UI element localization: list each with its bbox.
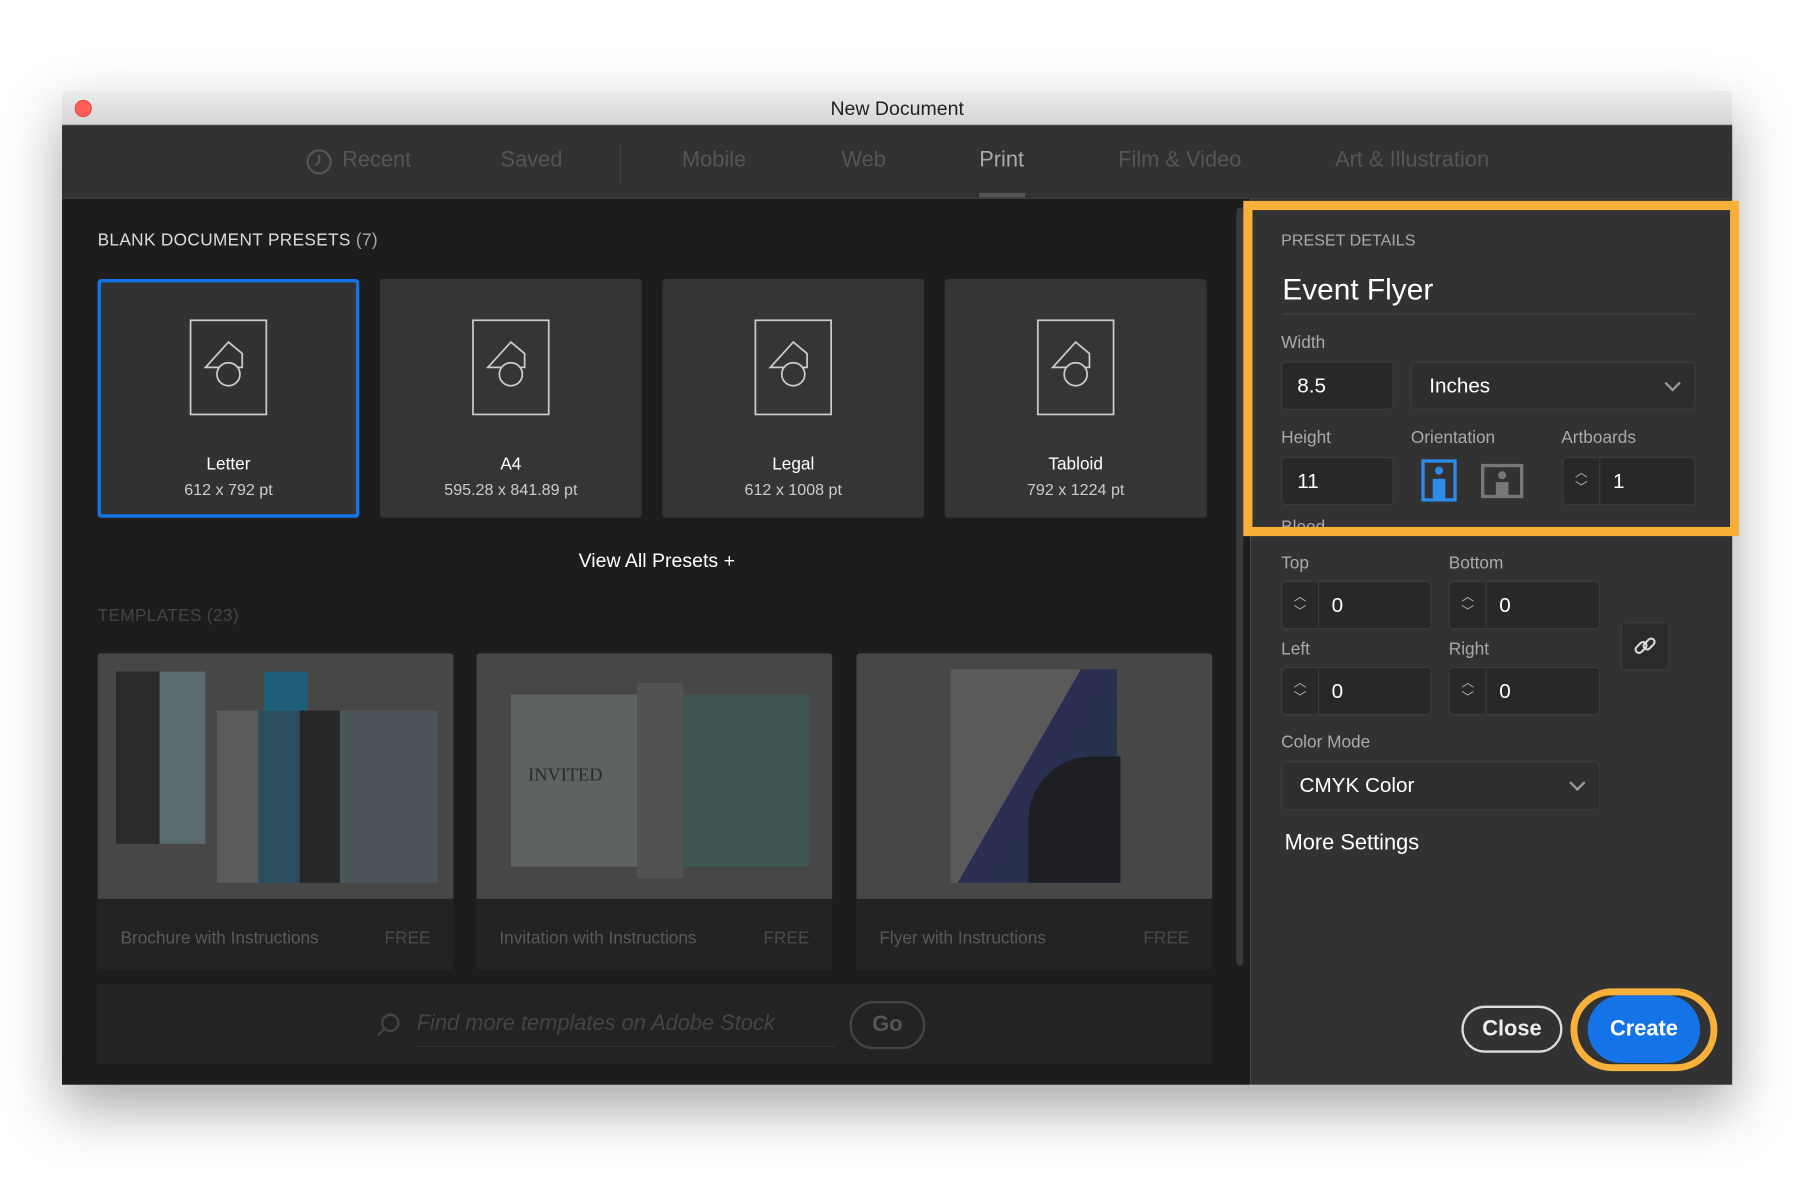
link-icon — [1634, 637, 1656, 654]
link-bleed-button[interactable] — [1620, 622, 1670, 671]
window-title: New Document — [830, 97, 964, 120]
templates-count: (23) — [206, 606, 239, 626]
invited-thumbnail-text: INVITED — [528, 765, 603, 786]
document-preset-icon — [189, 319, 268, 416]
presets-count: (7) — [355, 230, 378, 251]
tab-recent[interactable]: Recent — [342, 148, 411, 173]
tab-divider — [619, 143, 622, 183]
clock-icon — [306, 149, 332, 175]
active-tab-indicator — [979, 192, 1026, 198]
templates-heading: TEMPLATES (23) — [98, 606, 239, 626]
template-name: Invitation with Instructions — [499, 928, 697, 949]
close-button[interactable]: Close — [1461, 1005, 1563, 1053]
template-price: FREE — [1143, 928, 1190, 949]
template-card-invitation[interactable]: INVITED Invitation with Instructions FRE… — [476, 653, 833, 971]
bleed-bottom-label: Bottom — [1448, 553, 1504, 573]
templates-heading-text: TEMPLATES — [97, 606, 202, 626]
preset-name: A4 — [500, 454, 522, 475]
search-icon — [376, 1013, 400, 1037]
bleed-top-value[interactable]: 0 — [1319, 582, 1430, 628]
bleed-right-label: Right — [1448, 639, 1489, 659]
template-name: Flyer with Instructions — [879, 928, 1046, 949]
color-mode-label: Color Mode — [1281, 732, 1371, 752]
template-thumbnail — [97, 653, 454, 899]
stepper-arrows-icon[interactable]: ︿ ﹀ — [1282, 582, 1320, 628]
preset-size: 612 x 792 pt — [184, 479, 273, 499]
template-price: FREE — [384, 928, 431, 949]
preset-card-a4[interactable]: A4 595.28 x 841.89 pt — [379, 278, 642, 518]
bleed-top-stepper[interactable]: ︿ ﹀ 0 — [1281, 580, 1432, 630]
template-card-brochure[interactable]: Brochure with Instructions FREE — [97, 653, 454, 971]
tab-web[interactable]: Web — [841, 148, 885, 173]
preset-size: 792 x 1224 pt — [1026, 479, 1125, 499]
template-card-flyer[interactable]: Flyer with Instructions FREE — [856, 653, 1213, 971]
color-mode-dropdown[interactable]: CMYK Color — [1281, 761, 1601, 811]
tab-print[interactable]: Print — [979, 148, 1024, 173]
stepper-arrows-icon[interactable]: ︿ ﹀ — [1450, 668, 1487, 715]
preset-name: Legal — [772, 454, 815, 475]
bleed-right-value[interactable]: 0 — [1487, 668, 1600, 714]
template-price: FREE — [763, 928, 810, 949]
template-name: Brochure with Instructions — [120, 928, 319, 949]
title-bar: New Document — [61, 90, 1733, 126]
presets-heading: BLANK DOCUMENT PRESETS (7) — [98, 231, 378, 251]
tab-film-video[interactable]: Film & Video — [1118, 148, 1241, 173]
presets-heading-text: BLANK DOCUMENT PRESETS — [97, 230, 351, 251]
tab-saved[interactable]: Saved — [501, 148, 563, 173]
bleed-left-stepper[interactable]: ︿ ﹀ 0 — [1281, 666, 1432, 716]
chevron-down-icon — [1569, 774, 1586, 792]
preset-name: Letter — [206, 454, 251, 475]
stock-search-input[interactable]: Find more templates on Adobe Stock — [416, 1011, 835, 1047]
preset-details-highlight — [1243, 200, 1740, 537]
template-thumbnail — [856, 653, 1213, 899]
stepper-arrows-icon[interactable]: ︿ ﹀ — [1450, 582, 1487, 628]
stock-search-bar: Find more templates on Adobe Stock Go — [97, 983, 1213, 1065]
preset-size: 595.28 x 841.89 pt — [444, 479, 578, 499]
color-mode-value: CMYK Color — [1299, 773, 1415, 797]
document-preset-icon — [1036, 319, 1115, 416]
document-preset-icon — [472, 319, 550, 416]
preset-size: 612 x 1008 pt — [744, 479, 842, 499]
more-settings-button[interactable]: More Settings — [1285, 831, 1420, 856]
tab-mobile[interactable]: Mobile — [682, 148, 746, 173]
presets-panel: BLANK DOCUMENT PRESETS (7) Letter 612 x … — [61, 198, 1251, 1085]
preset-card-tabloid[interactable]: Tabloid 792 x 1224 pt — [944, 278, 1207, 518]
scrollbar[interactable] — [1236, 207, 1244, 966]
view-all-presets-link[interactable]: View All Presets + — [579, 550, 735, 573]
create-button[interactable]: Create — [1587, 995, 1701, 1064]
document-preset-icon — [754, 319, 833, 416]
go-button[interactable]: Go — [849, 1001, 926, 1050]
template-thumbnail: INVITED — [476, 653, 833, 899]
category-tabs: Recent Saved Mobile Web Print Film & Vid… — [61, 125, 1733, 199]
bleed-left-value[interactable]: 0 — [1319, 668, 1430, 714]
preset-card-legal[interactable]: Legal 612 x 1008 pt — [662, 278, 925, 518]
bleed-bottom-value[interactable]: 0 — [1487, 582, 1600, 628]
bleed-top-label: Top — [1281, 553, 1309, 573]
stepper-arrows-icon[interactable]: ︿ ﹀ — [1282, 668, 1320, 715]
bleed-right-stepper[interactable]: ︿ ﹀ 0 — [1448, 666, 1601, 716]
tab-art-illustration[interactable]: Art & Illustration — [1335, 148, 1489, 173]
preset-name: Tabloid — [1048, 454, 1103, 475]
bleed-bottom-stepper[interactable]: ︿ ﹀ 0 — [1448, 580, 1601, 630]
bleed-left-label: Left — [1281, 639, 1310, 659]
preset-card-letter[interactable]: Letter 612 x 792 pt — [97, 278, 360, 518]
